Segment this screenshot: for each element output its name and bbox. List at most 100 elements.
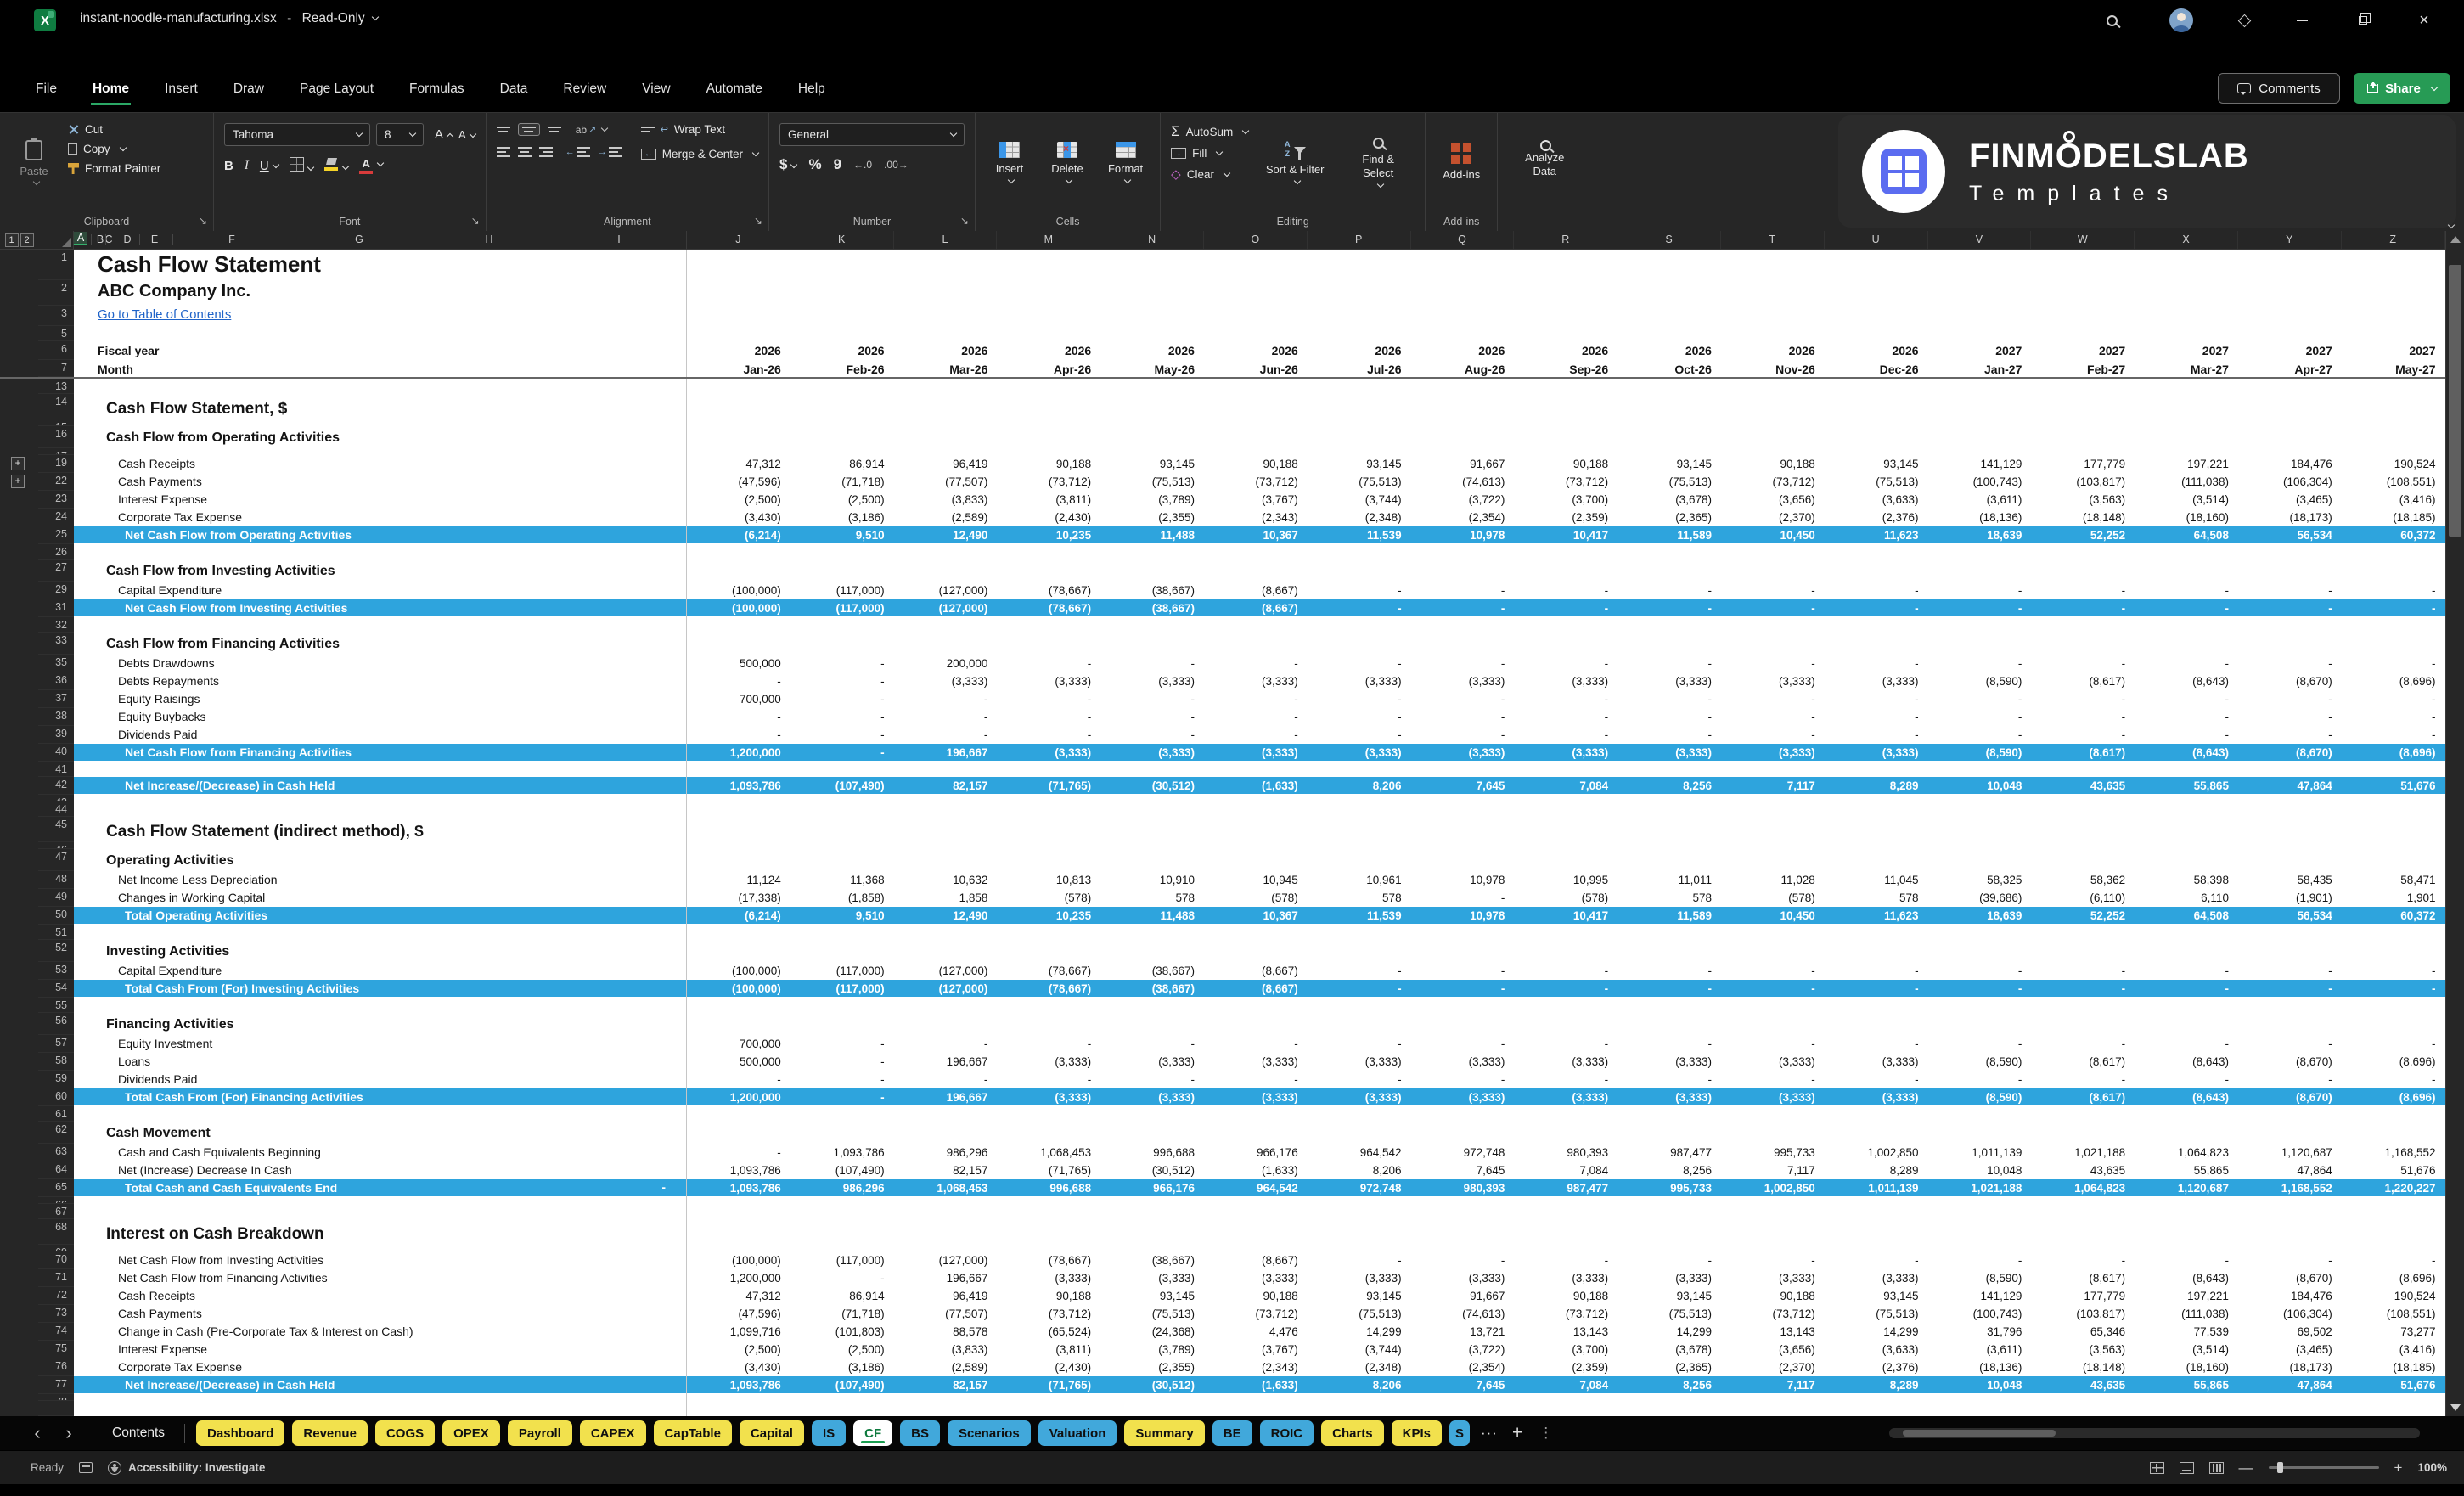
grid-cell[interactable]: - bbox=[2031, 582, 2135, 599]
row-header[interactable]: 69 bbox=[38, 1245, 74, 1251]
row-header[interactable]: 46 bbox=[38, 842, 74, 849]
grid-cell[interactable]: 93,145 bbox=[1308, 1287, 1411, 1305]
close-button[interactable]: × bbox=[2405, 0, 2444, 41]
row-header[interactable]: 22 bbox=[38, 473, 74, 491]
grid-cell[interactable]: - bbox=[1825, 1071, 1928, 1088]
scroll-up-icon[interactable] bbox=[2450, 236, 2461, 243]
horizontal-scrollbar-thumb[interactable] bbox=[1903, 1430, 2056, 1437]
grid-cell[interactable]: 86,914 bbox=[790, 1287, 894, 1305]
grid-cell[interactable]: 2026 bbox=[1308, 341, 1411, 360]
grid-cell[interactable]: - bbox=[997, 708, 1100, 726]
grid-cell[interactable]: May-27 bbox=[2342, 360, 2445, 377]
grid-cell[interactable]: 7,645 bbox=[1411, 1161, 1515, 1179]
grid-cell[interactable]: - bbox=[1721, 599, 1825, 617]
grid-cell[interactable]: (3,333) bbox=[1204, 672, 1308, 690]
grid-cell[interactable]: (18,148) bbox=[2031, 509, 2135, 526]
row-header[interactable]: 29 bbox=[38, 582, 74, 599]
grid-cell[interactable] bbox=[74, 617, 687, 633]
grid-cell[interactable]: 190,524 bbox=[2342, 1287, 2445, 1305]
grid-cell[interactable]: 964,542 bbox=[1204, 1179, 1308, 1197]
outline-level-button[interactable]: 1 bbox=[5, 233, 19, 247]
grid-cell[interactable]: - bbox=[2342, 1035, 2445, 1053]
grid-cell[interactable]: Debts Repayments bbox=[74, 672, 687, 690]
grid-cell[interactable]: (578) bbox=[1204, 889, 1308, 907]
grid-cell[interactable]: - bbox=[1928, 1071, 2032, 1088]
sheet-tab-s[interactable]: S bbox=[1449, 1420, 1470, 1446]
grid-cell[interactable]: (8,643) bbox=[2135, 1088, 2238, 1106]
grid-cell[interactable]: (2,430) bbox=[997, 1358, 1100, 1376]
grid-cell[interactable] bbox=[687, 617, 2464, 633]
vertical-scrollbar-thumb[interactable] bbox=[2449, 265, 2461, 537]
column-header[interactable]: P bbox=[1308, 231, 1411, 249]
grid-cell[interactable]: (30,512) bbox=[1100, 1161, 1204, 1179]
paste-button[interactable]: Paste bbox=[10, 120, 58, 205]
grid-cell[interactable]: - bbox=[1617, 582, 1721, 599]
grid-cell[interactable]: (108,551) bbox=[2342, 473, 2445, 491]
grid-cell[interactable]: - bbox=[1204, 690, 1308, 708]
grid-cell[interactable]: (47,596) bbox=[687, 1305, 790, 1323]
grid-cell[interactable]: 10,632 bbox=[894, 871, 998, 889]
grid-cell[interactable]: (8,643) bbox=[2135, 672, 2238, 690]
grid-cell[interactable]: (3,333) bbox=[1308, 672, 1411, 690]
grid-cell[interactable]: (3,678) bbox=[1617, 491, 1721, 509]
grid-cell[interactable]: (3,333) bbox=[997, 1269, 1100, 1287]
grid-cell[interactable]: (3,514) bbox=[2135, 1341, 2238, 1358]
grid-cell[interactable]: 58,471 bbox=[2342, 871, 2445, 889]
row-header[interactable]: 32 bbox=[38, 617, 74, 633]
grid-cell[interactable]: - bbox=[2135, 962, 2238, 980]
expand-group-button[interactable]: + bbox=[11, 475, 25, 488]
grid-cell[interactable]: - bbox=[1514, 582, 1617, 599]
grid-cell[interactable]: 1,002,850 bbox=[1825, 1144, 1928, 1161]
grid-cell[interactable] bbox=[687, 1106, 2464, 1122]
grid-cell[interactable]: - bbox=[2031, 599, 2135, 617]
grid-cell[interactable]: (3,333) bbox=[997, 744, 1100, 762]
grid-cell[interactable]: (3,789) bbox=[1100, 491, 1204, 509]
grid-cell[interactable]: 14,299 bbox=[1825, 1323, 1928, 1341]
grid-cell[interactable]: (3,767) bbox=[1204, 491, 1308, 509]
grid-cell[interactable]: (3,700) bbox=[1514, 1341, 1617, 1358]
grid-cell[interactable]: 1,064,823 bbox=[2135, 1144, 2238, 1161]
grid-cell[interactable]: 7,084 bbox=[1514, 1161, 1617, 1179]
grid-cell[interactable]: Investing Activities bbox=[74, 940, 687, 962]
grid-cell[interactable]: 1,011,139 bbox=[1825, 1179, 1928, 1197]
grid-cell[interactable]: 578 bbox=[1617, 889, 1721, 907]
grid-cell[interactable]: Go to Table of Contents bbox=[74, 306, 687, 326]
grid-cell[interactable]: 190,524 bbox=[2342, 455, 2445, 473]
grid-cell[interactable]: 6,110 bbox=[2135, 889, 2238, 907]
grid-cell[interactable] bbox=[74, 795, 687, 801]
grid-cell[interactable] bbox=[74, 419, 687, 426]
grid-cell[interactable]: Jan-27 bbox=[1928, 360, 2032, 377]
grid-cell[interactable]: (73,712) bbox=[997, 473, 1100, 491]
grid-cell[interactable]: 1,021,188 bbox=[2031, 1144, 2135, 1161]
grid-cell[interactable]: 8,289 bbox=[1825, 1376, 1928, 1394]
grid-cell[interactable]: (3,465) bbox=[2238, 1341, 2342, 1358]
grid-cell[interactable]: - bbox=[1617, 1251, 1721, 1269]
grid-cell[interactable]: (8,696) bbox=[2342, 1269, 2445, 1287]
grid-cell[interactable]: 90,188 bbox=[1721, 1287, 1825, 1305]
row-header[interactable]: 60 bbox=[38, 1088, 74, 1106]
grid-cell[interactable]: (3,333) bbox=[1721, 744, 1825, 762]
number-dialog-launcher[interactable]: ↘ bbox=[960, 215, 969, 227]
clear-button[interactable]: ◇Clear bbox=[1171, 166, 1248, 182]
grid-cell[interactable]: 2026 bbox=[1617, 341, 1721, 360]
delete-cells-button[interactable]: × Delete bbox=[1044, 120, 1091, 205]
grid-cell[interactable]: - bbox=[997, 1035, 1100, 1053]
grid-cell[interactable]: 7,645 bbox=[1411, 777, 1515, 795]
page-layout-view-icon[interactable] bbox=[2180, 1462, 2194, 1474]
grid-cell[interactable]: 93,145 bbox=[1825, 1287, 1928, 1305]
grid-cell[interactable]: (30,512) bbox=[1100, 777, 1204, 795]
grid-cell[interactable]: (18,185) bbox=[2342, 509, 2445, 526]
grid-cell[interactable]: - bbox=[1825, 708, 1928, 726]
grid-cell[interactable]: (8,667) bbox=[1204, 962, 1308, 980]
decrease-indent-icon[interactable]: ← bbox=[565, 147, 590, 157]
grid-cell[interactable]: 1,220,227 bbox=[2342, 1179, 2445, 1197]
menu-tab-data[interactable]: Data bbox=[498, 78, 530, 105]
grid-cell[interactable]: (71,718) bbox=[790, 473, 894, 491]
grid-cell[interactable]: 47,864 bbox=[2238, 1161, 2342, 1179]
column-header[interactable]: W bbox=[2031, 231, 2135, 249]
row-header[interactable]: 41 bbox=[38, 762, 74, 777]
grid-cell[interactable]: (8,670) bbox=[2238, 1269, 2342, 1287]
grid-cell[interactable]: (3,333) bbox=[1617, 1053, 1721, 1071]
grid-cell[interactable]: - bbox=[1411, 690, 1515, 708]
grid-cell[interactable]: 184,476 bbox=[2238, 455, 2342, 473]
